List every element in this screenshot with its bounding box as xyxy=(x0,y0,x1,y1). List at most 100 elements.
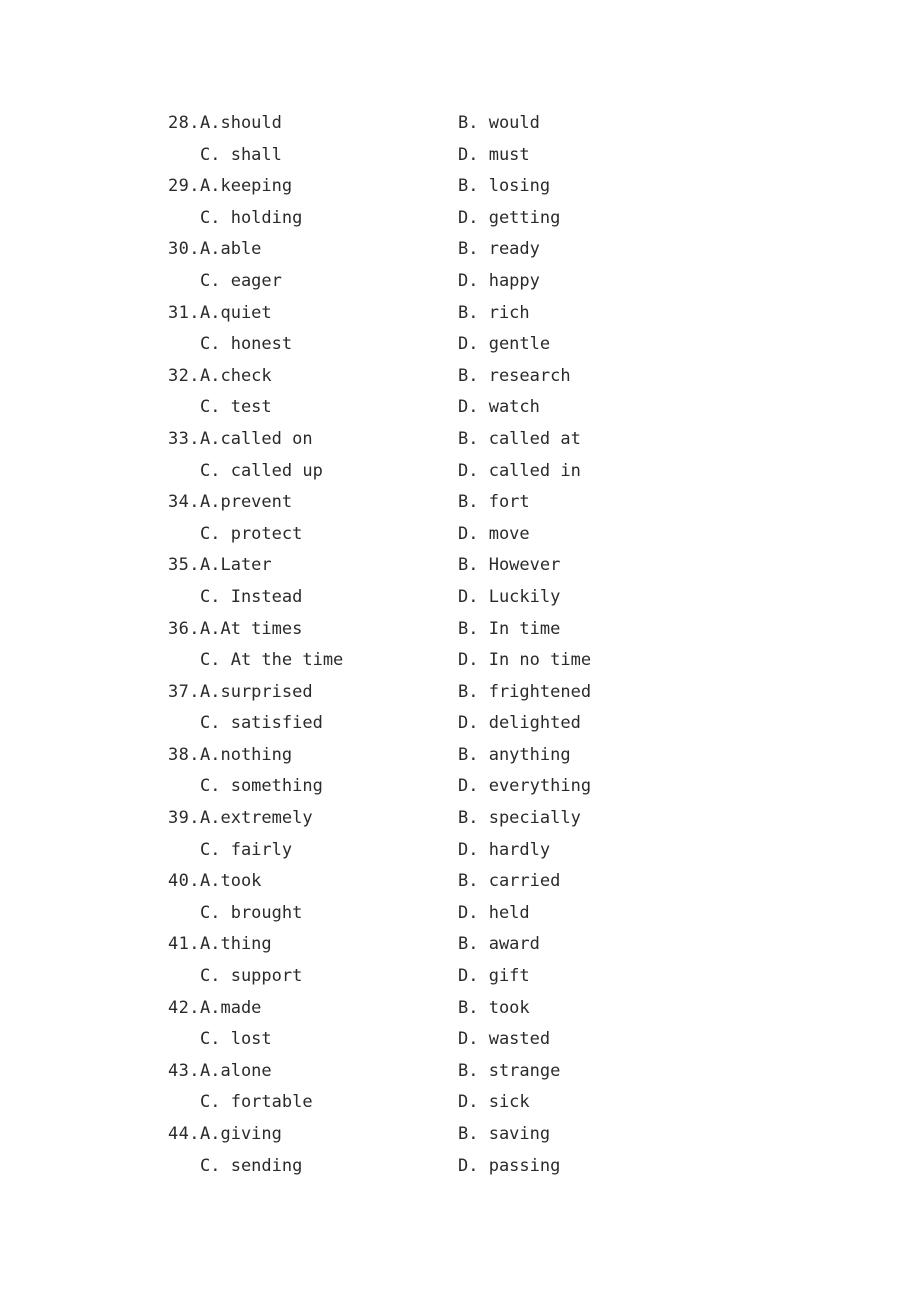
question-block: 33. A.called on B. called at C. called up D.… xyxy=(168,424,868,487)
option-d[interactable]: D. hardly xyxy=(458,835,550,867)
option-c[interactable]: C. fairly xyxy=(200,835,292,867)
option-c[interactable]: C. lost xyxy=(200,1024,272,1056)
question-block: 31. A.quiet B. rich C. honest D. gentle xyxy=(168,298,868,361)
option-a[interactable]: A.prevent xyxy=(200,487,292,519)
option-a[interactable]: A.keeping xyxy=(200,171,292,203)
option-c[interactable]: C. sending xyxy=(200,1151,302,1183)
question-row-secondary: C. Instead D. Luckily xyxy=(168,582,868,614)
option-d[interactable]: D. everything xyxy=(458,771,591,803)
option-d[interactable]: D. sick xyxy=(458,1087,530,1119)
option-b[interactable]: B. rich xyxy=(458,298,530,330)
option-c[interactable]: C. honest xyxy=(200,329,292,361)
option-c[interactable]: C. protect xyxy=(200,519,302,551)
option-b[interactable]: B. fort xyxy=(458,487,530,519)
document-page: 28. A.should B. would C. shall D. must 29. A.k… xyxy=(0,0,920,1302)
option-c[interactable]: C. brought xyxy=(200,898,302,930)
question-row-secondary: C. shall D. must xyxy=(168,140,868,172)
option-b[interactable]: B. award xyxy=(458,929,540,961)
option-d[interactable]: D. watch xyxy=(458,392,540,424)
option-a[interactable]: A.quiet xyxy=(200,298,272,330)
question-row-primary: 34. A.prevent B. fort xyxy=(168,487,868,519)
question-row-secondary: C. holding D. getting xyxy=(168,203,868,235)
option-c[interactable]: C. fortable xyxy=(200,1087,313,1119)
question-block: 28. A.should B. would C. shall D. must xyxy=(168,108,868,171)
option-d[interactable]: D. called in xyxy=(458,456,581,488)
question-number: 30. xyxy=(168,239,200,260)
option-a[interactable]: A.At times xyxy=(200,614,302,646)
option-d[interactable]: D. happy xyxy=(458,266,540,298)
question-block: 35. A.Later B. However C. Instead D. Luckily xyxy=(168,550,868,613)
option-d[interactable]: D. must xyxy=(458,140,530,172)
option-a[interactable]: A.called on xyxy=(200,424,313,456)
option-b[interactable]: B. frightened xyxy=(458,677,591,709)
question-row-primary: 32. A.check B. research xyxy=(168,361,868,393)
option-a[interactable]: A.extremely xyxy=(200,803,313,835)
question-number: 28. xyxy=(168,113,200,133)
question-row-primary: 43. A.alone B. strange xyxy=(168,1056,868,1088)
option-d[interactable]: D. move xyxy=(458,519,530,551)
option-b[interactable]: B. carried xyxy=(458,866,560,898)
question-block: 43. A.alone B. strange C. fortable D. sick xyxy=(168,1056,868,1119)
option-a[interactable]: A.surprised xyxy=(200,677,313,709)
option-c[interactable]: C. called up xyxy=(200,456,323,488)
question-row-secondary: C. sending D. passing xyxy=(168,1151,868,1183)
question-number: 38. xyxy=(168,744,200,765)
option-c[interactable]: C. holding xyxy=(200,203,302,235)
question-row-secondary: C. protect D. move xyxy=(168,519,868,551)
option-b[interactable]: B. called at xyxy=(458,424,581,456)
question-row-secondary: C. At the time D. In no time xyxy=(168,645,868,677)
question-row-secondary: C. something D. everything xyxy=(168,771,868,803)
question-block: 40. A.took B. carried C. brought D. held xyxy=(168,866,868,929)
option-c[interactable]: C. satisfied xyxy=(200,708,323,740)
option-c[interactable]: C. support xyxy=(200,961,302,993)
option-c[interactable]: C. something xyxy=(200,771,323,803)
option-d[interactable]: D. passing xyxy=(458,1151,560,1183)
option-c[interactable]: C. At the time xyxy=(200,645,343,677)
question-list: 28. A.should B. would C. shall D. must 29. A.k… xyxy=(168,108,868,1182)
option-a[interactable]: A.able xyxy=(200,234,261,266)
option-b[interactable]: B. However xyxy=(458,550,560,582)
option-c[interactable]: C. eager xyxy=(200,266,282,298)
option-d[interactable]: D. Luckily xyxy=(458,582,560,614)
option-b[interactable]: B. losing xyxy=(458,171,550,203)
option-b[interactable]: B. ready xyxy=(458,234,540,266)
option-b[interactable]: B. research xyxy=(458,361,571,393)
option-a[interactable]: A.nothing xyxy=(200,740,292,772)
option-a[interactable]: A.should xyxy=(200,108,282,140)
option-a[interactable]: A.check xyxy=(200,361,272,393)
question-block: 41. A.thing B. award C. support D. gift xyxy=(168,929,868,992)
option-a[interactable]: A.thing xyxy=(200,929,272,961)
option-a[interactable]: A.giving xyxy=(200,1119,282,1151)
option-d[interactable]: D. wasted xyxy=(458,1024,550,1056)
option-c[interactable]: C. test xyxy=(200,392,272,424)
question-number: 31. xyxy=(168,302,200,323)
option-d[interactable]: D. gentle xyxy=(458,329,550,361)
option-b[interactable]: B. saving xyxy=(458,1119,550,1151)
option-d[interactable]: D. held xyxy=(458,898,530,930)
question-row-primary: 37. A.surprised B. frightened xyxy=(168,677,868,709)
question-number: 37. xyxy=(168,681,200,702)
option-b[interactable]: B. anything xyxy=(458,740,571,772)
option-d[interactable]: D. In no time xyxy=(458,645,591,677)
question-row-primary: 30. A.able B. ready xyxy=(168,234,868,266)
question-row-secondary: C. brought D. held xyxy=(168,898,868,930)
option-d[interactable]: D. getting xyxy=(458,203,560,235)
option-a[interactable]: A.took xyxy=(200,866,261,898)
option-d[interactable]: D. gift xyxy=(458,961,530,993)
question-row-secondary: C. fortable D. sick xyxy=(168,1087,868,1119)
option-c[interactable]: C. shall xyxy=(200,140,282,172)
option-b[interactable]: B. In time xyxy=(458,614,560,646)
option-c[interactable]: C. Instead xyxy=(200,582,302,614)
option-b[interactable]: B. took xyxy=(458,993,530,1025)
question-number: 36. xyxy=(168,618,200,639)
option-a[interactable]: A.made xyxy=(200,993,261,1025)
question-row-primary: 36. A.At times B. In time xyxy=(168,614,868,646)
option-b[interactable]: B. would xyxy=(458,108,540,140)
option-d[interactable]: D. delighted xyxy=(458,708,581,740)
question-block: 34. A.prevent B. fort C. protect D. move xyxy=(168,487,868,550)
option-b[interactable]: B. strange xyxy=(458,1056,560,1088)
option-a[interactable]: A.alone xyxy=(200,1056,272,1088)
option-a[interactable]: A.Later xyxy=(200,550,272,582)
option-b[interactable]: B. specially xyxy=(458,803,581,835)
question-number: 44. xyxy=(168,1124,200,1144)
